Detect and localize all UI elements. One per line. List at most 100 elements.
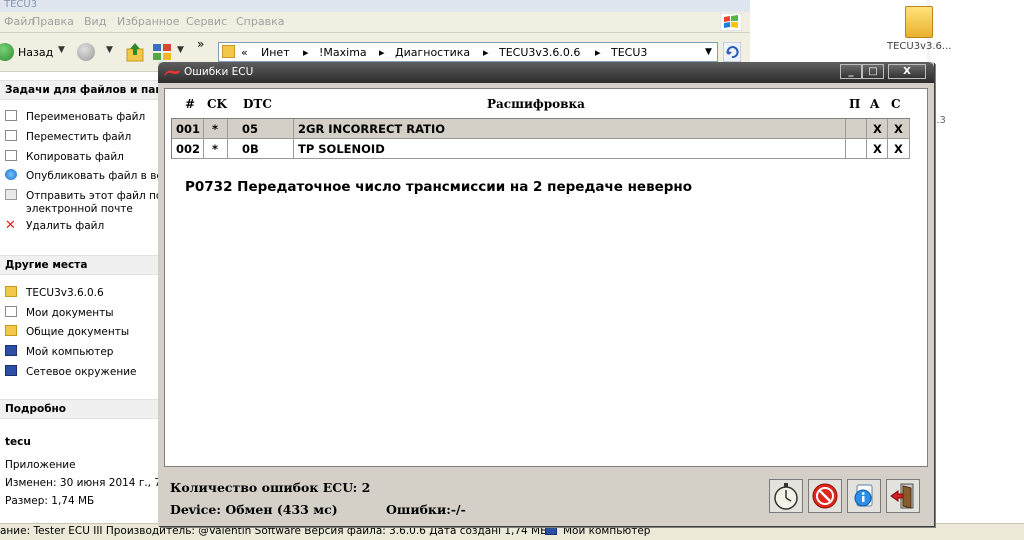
globe-icon xyxy=(5,169,17,180)
cell-dtc: 05 xyxy=(228,119,294,139)
forward-arrow-icon[interactable] xyxy=(77,43,95,61)
ecu-titlebar[interactable]: Ошибки ECU _ □ X xyxy=(158,62,934,83)
explorer-title: TECU3 xyxy=(0,0,750,12)
menu-help[interactable]: Справка xyxy=(236,15,284,28)
info-icon xyxy=(854,484,873,507)
menu-favorites[interactable]: Избранное xyxy=(117,15,179,28)
address-prefix[interactable]: « xyxy=(241,46,248,59)
documents-icon xyxy=(5,306,17,317)
address-bar[interactable]: « Инет ▸ !Maxima ▸ Диагностика ▸ TECU3v3… xyxy=(218,42,718,62)
place-network[interactable]: Сетевое окружение xyxy=(5,365,137,379)
task-publish[interactable]: Опубликовать файл в веб xyxy=(5,169,158,183)
col-header-desc[interactable]: Расшифровка xyxy=(487,97,585,111)
refresh-icon[interactable] xyxy=(723,42,741,62)
copy-icon xyxy=(5,150,17,161)
delete-icon: ✕ xyxy=(5,218,16,233)
col-header-p[interactable]: П xyxy=(849,97,860,111)
cell-ck: * xyxy=(204,139,228,159)
device-status-label: Device: Обмен (433 мс) xyxy=(170,502,338,517)
breadcrumb-tecu3[interactable]: TECU3 xyxy=(611,46,647,59)
breadcrumb-inet[interactable]: Инет xyxy=(261,46,290,59)
clear-icon xyxy=(812,483,838,509)
place-shared-documents[interactable]: Общие документы xyxy=(5,325,129,339)
task-delete[interactable]: ✕ Удалить файл xyxy=(5,218,104,233)
minimize-button[interactable]: _ xyxy=(840,64,862,79)
breadcrumb-maxima[interactable]: !Maxima xyxy=(319,46,367,59)
cell-num: 002 xyxy=(172,139,204,159)
menu-file[interactable]: Файл xyxy=(4,15,34,28)
explorer-sidebar: Задачи для файлов и папок Переименовать … xyxy=(0,72,158,523)
place-my-documents[interactable]: Мои документы xyxy=(5,306,114,320)
task-rename[interactable]: Переименовать файл xyxy=(5,110,145,124)
details-header[interactable]: Подробно xyxy=(0,399,158,419)
col-header-a[interactable]: A xyxy=(870,97,879,111)
views-dropdown-icon[interactable]: ▼ xyxy=(177,45,184,55)
explorer-menubar: Файл Правка Вид Избранное Сервис Справка xyxy=(0,12,750,33)
errors-status-label: Ошибки:-/- xyxy=(386,502,466,517)
back-button[interactable]: Назад xyxy=(18,46,53,59)
col-header-ck[interactable]: CK xyxy=(207,97,227,111)
status-zone: Мой компьютер xyxy=(545,524,650,539)
cell-ck: * xyxy=(204,119,228,139)
back-arrow-icon[interactable] xyxy=(0,43,14,61)
app-logo-icon xyxy=(164,70,180,76)
details-name: tecu xyxy=(5,436,31,448)
task-email[interactable]: Отправить этот файл по xyxy=(5,189,158,203)
address-folder-icon xyxy=(222,45,235,58)
tasks-header[interactable]: Задачи для файлов и папок xyxy=(0,80,158,100)
details-type: Приложение xyxy=(5,459,76,471)
address-dropdown-icon[interactable]: ▼ xyxy=(705,47,712,57)
exit-button[interactable] xyxy=(886,479,920,513)
dtc-description: P0732 Передаточное число трансмиссии на … xyxy=(185,179,693,195)
stopwatch-icon xyxy=(774,483,798,510)
ecu-errors-dialog: Ошибки ECU _ □ X # CK DTC Расшифровка П … xyxy=(158,62,934,526)
move-icon xyxy=(5,130,17,141)
cell-desc: TP SOLENOID xyxy=(294,139,846,159)
menu-edit[interactable]: Правка xyxy=(32,15,74,28)
views-icon[interactable] xyxy=(152,42,174,62)
up-folder-icon[interactable] xyxy=(125,41,145,63)
task-email-line2[interactable]: электронной почте xyxy=(26,203,133,216)
cell-a: X xyxy=(867,119,888,139)
folder-icon xyxy=(5,325,17,336)
toolbar-overflow-icon[interactable]: » xyxy=(197,37,204,51)
breadcrumb-tecu3v3[interactable]: TECU3v3.6.0.6 xyxy=(499,46,580,59)
cell-p xyxy=(846,119,867,139)
windows-logo-icon xyxy=(720,13,742,31)
rename-icon xyxy=(5,110,17,121)
back-dropdown-icon[interactable]: ▼ xyxy=(58,45,65,55)
places-header[interactable]: Другие места xyxy=(0,255,158,275)
col-header-c[interactable]: C xyxy=(891,97,901,111)
col-header-num[interactable]: # xyxy=(185,97,195,111)
desktop-folder-icon[interactable] xyxy=(905,6,933,38)
task-move[interactable]: Переместить файл xyxy=(5,130,131,144)
place-tecu3v3[interactable]: TECU3v3.6.0.6 xyxy=(5,286,104,300)
network-icon xyxy=(5,365,17,376)
computer-icon xyxy=(545,525,557,535)
ecu-title: Ошибки ECU xyxy=(184,66,254,78)
timer-button[interactable] xyxy=(769,479,803,513)
menu-tools[interactable]: Сервис xyxy=(186,15,227,28)
close-button[interactable]: X xyxy=(888,64,926,79)
table-row[interactable]: 002 * 0B TP SOLENOID X X xyxy=(172,139,910,159)
breadcrumb-diagnostics[interactable]: Диагностика xyxy=(395,46,470,59)
task-copy[interactable]: Копировать файл xyxy=(5,150,124,164)
status-text: ание: Tester ECU III Производитель: @Val… xyxy=(0,525,548,537)
maximize-button[interactable]: □ xyxy=(862,64,884,79)
details-modified: Изменен: 30 июня 2014 г., 7:18 xyxy=(5,477,158,489)
cell-c: X xyxy=(888,119,910,139)
menu-view[interactable]: Вид xyxy=(84,15,106,28)
desktop-folder-label[interactable]: TECU3v3.6... xyxy=(887,41,951,52)
place-my-computer[interactable]: Мой компьютер xyxy=(5,345,113,359)
table-row[interactable]: 001 * 05 2GR INCORRECT RATIO X X xyxy=(172,119,910,139)
cell-num: 001 xyxy=(172,119,204,139)
dtc-table: 001 * 05 2GR INCORRECT RATIO X X 002 * 0… xyxy=(171,118,910,159)
clear-errors-button[interactable] xyxy=(808,479,842,513)
col-header-dtc[interactable]: DTC xyxy=(243,97,272,111)
cell-p xyxy=(846,139,867,159)
exit-icon xyxy=(890,483,914,509)
folder-icon xyxy=(5,286,17,297)
forward-dropdown-icon[interactable]: ▼ xyxy=(106,45,113,55)
computer-icon xyxy=(5,345,17,356)
info-button[interactable] xyxy=(847,479,881,513)
